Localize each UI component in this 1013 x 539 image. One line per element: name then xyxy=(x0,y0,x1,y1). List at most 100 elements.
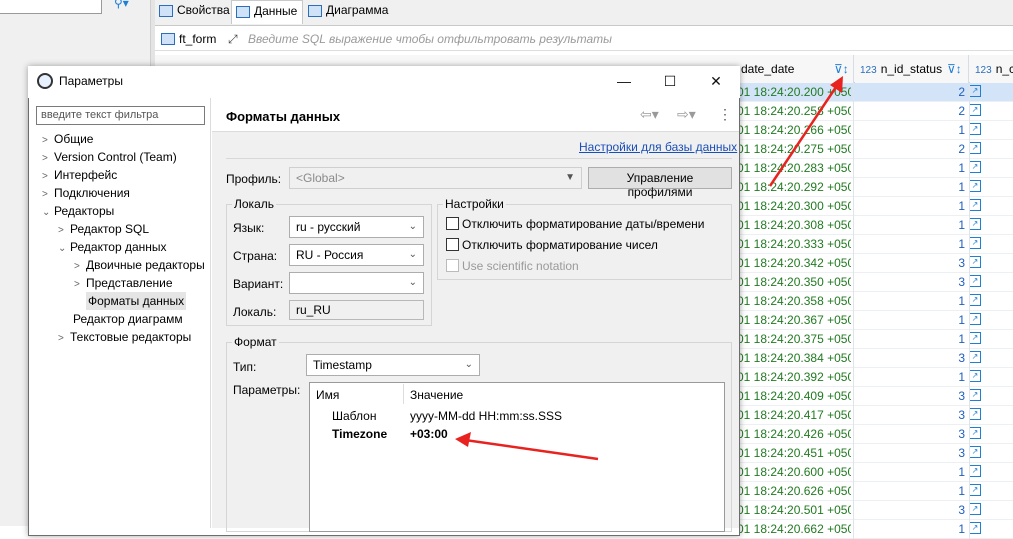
status-cell[interactable]: 1 xyxy=(855,465,965,479)
status-cell[interactable]: 3 xyxy=(855,408,965,422)
status-cell[interactable]: 3 xyxy=(855,275,965,289)
date-cell[interactable]: 01 18:24:20.275 +0500 xyxy=(737,142,851,156)
filter-config-icon[interactable]: ⚲▾ xyxy=(114,0,144,10)
table-row[interactable]: 01 18:24:20.501 +0500 3 ↗ xyxy=(737,501,1013,520)
date-cell[interactable]: 01 18:24:20.283 +0500 xyxy=(737,161,851,175)
status-cell[interactable]: 1 xyxy=(855,522,965,536)
db-settings-link[interactable]: Настройки для базы данных xyxy=(579,140,737,154)
tree-item-interface[interactable]: > Интерфейс xyxy=(42,168,117,182)
sql-filter-input[interactable]: Введите SQL выражение чтобы отфильтроват… xyxy=(248,32,612,46)
link-icon[interactable]: ↗ xyxy=(969,332,981,344)
link-icon[interactable]: ↗ xyxy=(969,465,981,477)
tree-item-version-control[interactable]: > Version Control (Team) xyxy=(42,150,177,164)
date-cell[interactable]: 01 18:24:20.417 +0500 xyxy=(737,408,851,422)
table-row[interactable]: 01 18:24:20.275 +0500 2 ↗ xyxy=(737,140,1013,159)
date-cell[interactable]: 01 18:24:20.292 +0500 xyxy=(737,180,851,194)
status-cell[interactable]: 2 xyxy=(855,85,965,99)
tab-diagram[interactable]: Диаграмма xyxy=(304,0,390,24)
table-row[interactable]: 01 18:24:20.342 +0500 3 ↗ xyxy=(737,254,1013,273)
status-cell[interactable]: 1 xyxy=(855,180,965,194)
date-cell[interactable]: 01 18:24:20.392 +0500 xyxy=(737,370,851,384)
table-row[interactable]: 01 18:24:20.292 +0500 1 ↗ xyxy=(737,178,1013,197)
tree-item-text-editors[interactable]: > Текстовые редакторы xyxy=(58,330,191,344)
status-cell[interactable]: 1 xyxy=(855,294,965,308)
date-cell[interactable]: 01 18:24:20.662 +0500 xyxy=(737,522,851,536)
country-select[interactable]: RU - Россия ⌄ xyxy=(289,244,424,266)
table-row[interactable]: 01 18:24:20.662 +0500 1 ↗ xyxy=(737,520,1013,539)
table-row[interactable]: 01 18:24:20.392 +0500 1 ↗ xyxy=(737,368,1013,387)
tree-item-connections[interactable]: > Подключения xyxy=(42,186,130,200)
link-icon[interactable]: ↗ xyxy=(969,427,981,439)
date-cell[interactable]: 01 18:24:20.626 +0500 xyxy=(737,484,851,498)
date-cell[interactable]: 01 18:24:20.333 +0500 xyxy=(737,237,851,251)
table-row[interactable]: 01 18:24:20.367 +0500 1 ↗ xyxy=(737,311,1013,330)
table-row[interactable]: 01 18:24:20.417 +0500 3 ↗ xyxy=(737,406,1013,425)
table-row[interactable]: 01 18:24:20.375 +0500 1 ↗ xyxy=(737,330,1013,349)
link-icon[interactable]: ↗ xyxy=(969,161,981,173)
date-cell[interactable]: 01 18:24:20.342 +0500 xyxy=(737,256,851,270)
filter-sort-icon[interactable]: ⊽↕ xyxy=(834,62,849,76)
link-icon[interactable]: ↗ xyxy=(969,237,981,249)
tree-item-diagram-editor[interactable]: Редактор диаграмм xyxy=(73,312,183,326)
table-row[interactable]: 01 18:24:20.283 +0500 1 ↗ xyxy=(737,159,1013,178)
close-icon[interactable]: ✕ xyxy=(702,70,730,92)
table-row[interactable]: 01 18:24:20.626 +0500 1 ↗ xyxy=(737,482,1013,501)
link-icon[interactable]: ↗ xyxy=(969,446,981,458)
date-cell[interactable]: 01 18:24:20.501 +0500 xyxy=(737,503,851,517)
date-cell[interactable]: 01 18:24:20.409 +0500 xyxy=(737,389,851,403)
link-icon[interactable]: ↗ xyxy=(969,199,981,211)
link-icon[interactable]: ↗ xyxy=(969,104,981,116)
link-icon[interactable]: ↗ xyxy=(969,256,981,268)
table-row[interactable]: 01 18:24:20.200 +0500 2 ↗ xyxy=(737,83,1013,102)
table-row[interactable]: 01 18:24:20.333 +0500 1 ↗ xyxy=(737,235,1013,254)
table-row[interactable]: 01 18:24:20.300 +0500 1 ↗ xyxy=(737,197,1013,216)
table-row[interactable]: 01 18:24:20.384 +0500 3 ↗ xyxy=(737,349,1013,368)
param-name[interactable]: Timezone xyxy=(332,427,387,441)
status-cell[interactable]: 1 xyxy=(855,199,965,213)
date-cell[interactable]: 01 18:24:20.451 +0500 xyxy=(737,446,851,460)
tab-properties[interactable]: Свойства xyxy=(155,0,230,24)
date-cell[interactable]: 01 18:24:20.200 +0500 xyxy=(737,85,851,99)
tree-filter-input[interactable]: введите текст фильтра xyxy=(36,106,205,125)
date-cell[interactable]: 01 18:24:20.308 +0500 xyxy=(737,218,851,232)
table-row[interactable]: 01 18:24:20.266 +0500 1 ↗ xyxy=(737,121,1013,140)
link-icon[interactable]: ↗ xyxy=(969,275,981,287)
param-value[interactable]: yyyy-MM-dd HH:mm:ss.SSS xyxy=(410,409,562,423)
tree-item-data-editor[interactable]: ⌄ Редактор данных xyxy=(58,240,167,254)
link-icon[interactable]: ↗ xyxy=(969,294,981,306)
tree-item-binary-editors[interactable]: > Двоичные редакторы xyxy=(74,258,205,272)
maximize-icon[interactable]: ☐ xyxy=(656,70,684,92)
link-icon[interactable]: ↗ xyxy=(969,408,981,420)
status-cell[interactable]: 1 xyxy=(855,313,965,327)
date-cell[interactable]: 01 18:24:20.300 +0500 xyxy=(737,199,851,213)
link-icon[interactable]: ↗ xyxy=(969,313,981,325)
date-cell[interactable]: 01 18:24:20.600 +0500 xyxy=(737,465,851,479)
table-row[interactable]: 01 18:24:20.426 +0500 3 ↗ xyxy=(737,425,1013,444)
status-cell[interactable]: 1 xyxy=(855,332,965,346)
status-cell[interactable]: 1 xyxy=(855,370,965,384)
disable-numbers-checkbox[interactable] xyxy=(446,238,459,251)
param-value[interactable]: +03:00 xyxy=(410,427,448,441)
date-cell[interactable]: 01 18:24:20.258 +0500 xyxy=(737,104,851,118)
status-cell[interactable]: 3 xyxy=(855,256,965,270)
status-cell[interactable]: 1 xyxy=(855,123,965,137)
link-icon[interactable]: ↗ xyxy=(969,218,981,230)
date-cell[interactable]: 01 18:24:20.375 +0500 xyxy=(737,332,851,346)
params-header-name[interactable]: Имя xyxy=(316,388,339,402)
table-row[interactable]: 01 18:24:20.600 +0500 1 ↗ xyxy=(737,463,1013,482)
column-separator[interactable] xyxy=(403,384,404,404)
tree-item-presentation[interactable]: > Представление xyxy=(74,276,173,290)
disable-datetime-checkbox[interactable] xyxy=(446,217,459,230)
status-cell[interactable]: 3 xyxy=(855,427,965,441)
table-row[interactable]: 01 18:24:20.350 +0500 3 ↗ xyxy=(737,273,1013,292)
date-cell[interactable]: 01 18:24:20.266 +0500 xyxy=(737,123,851,137)
date-cell[interactable]: 01 18:24:20.367 +0500 xyxy=(737,313,851,327)
param-name[interactable]: Шаблон xyxy=(332,409,376,423)
table-row[interactable]: 01 18:24:20.258 +0500 2 ↗ xyxy=(737,102,1013,121)
tree-item-general[interactable]: > Общие xyxy=(42,132,93,146)
date-cell[interactable]: 01 18:24:20.426 +0500 xyxy=(737,427,851,441)
forward-icon[interactable]: ⇨▾ xyxy=(677,106,696,123)
status-cell[interactable]: 3 xyxy=(855,503,965,517)
status-cell[interactable]: 1 xyxy=(855,161,965,175)
link-icon[interactable]: ↗ xyxy=(969,484,981,496)
